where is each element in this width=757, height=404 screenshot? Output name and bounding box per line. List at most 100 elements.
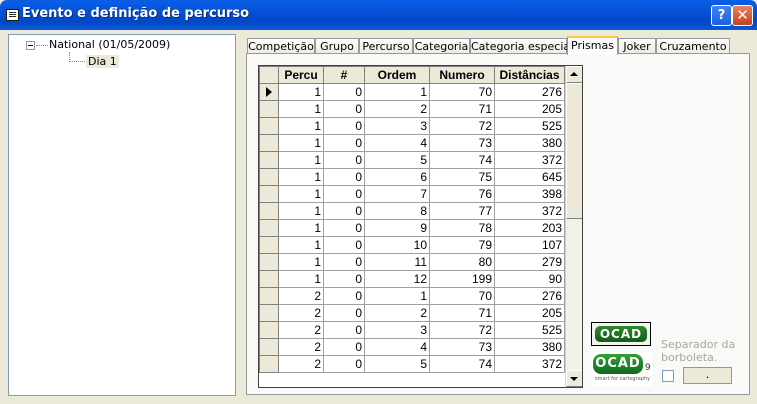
cell-distancias[interactable]: 645: [494, 168, 565, 186]
cell-percu[interactable]: 1: [278, 83, 324, 101]
cell-numero[interactable]: 80: [429, 253, 495, 271]
cell-distancias[interactable]: 90: [494, 270, 565, 288]
cell-distancias[interactable]: 372: [494, 202, 565, 220]
cell-ordem[interactable]: 3: [364, 117, 430, 135]
cell-ordem[interactable]: 12: [364, 270, 430, 288]
cell-percu[interactable]: 1: [278, 219, 324, 237]
tab-prismas[interactable]: Prismas: [567, 36, 618, 55]
app-window-icon[interactable]: [6, 9, 19, 21]
cell-ordem[interactable]: 1: [364, 287, 430, 305]
table-row[interactable]: 1 0 8 77 372: [259, 202, 565, 220]
column-header-ordem[interactable]: Ordem: [364, 66, 430, 84]
cell-number-sign[interactable]: 0: [323, 338, 365, 356]
cell-number-sign[interactable]: 0: [323, 100, 365, 118]
cell-percu[interactable]: 2: [278, 338, 324, 356]
cell-percu[interactable]: 2: [278, 287, 324, 305]
cell-number-sign[interactable]: 0: [323, 117, 365, 135]
cell-ordem[interactable]: 11: [364, 253, 430, 271]
table-row[interactable]: 1 0 11 80 279: [259, 253, 565, 271]
ocad-export-button[interactable]: OCAD: [591, 322, 651, 346]
cell-ordem[interactable]: 10: [364, 236, 430, 254]
cell-percu[interactable]: 2: [278, 355, 324, 373]
cell-numero[interactable]: 71: [429, 100, 495, 118]
cell-distancias[interactable]: 398: [494, 185, 565, 203]
scroll-thumb[interactable]: [566, 83, 582, 219]
cell-number-sign[interactable]: 0: [323, 83, 365, 101]
cell-numero[interactable]: 76: [429, 185, 495, 203]
scroll-up-button[interactable]: [566, 66, 582, 83]
row-selector[interactable]: [259, 168, 279, 186]
separator-input[interactable]: .: [683, 367, 732, 384]
cell-distancias[interactable]: 380: [494, 338, 565, 356]
cell-number-sign[interactable]: 0: [323, 253, 365, 271]
cell-number-sign[interactable]: 0: [323, 355, 365, 373]
row-selector[interactable]: [259, 355, 279, 373]
tab-cruzamento[interactable]: Cruzamento: [656, 38, 730, 54]
cell-percu[interactable]: 1: [278, 117, 324, 135]
cell-distancias[interactable]: 276: [494, 83, 565, 101]
row-selector[interactable]: [259, 134, 279, 152]
cell-percu[interactable]: 1: [278, 151, 324, 169]
table-row[interactable]: 2 0 2 71 205: [259, 304, 565, 322]
cell-numero[interactable]: 74: [429, 355, 495, 373]
cell-percu[interactable]: 1: [278, 236, 324, 254]
ocad9-export-button[interactable]: OCAD 9 smart for cartography: [592, 352, 652, 386]
table-row[interactable]: 1 0 10 79 107: [259, 236, 565, 254]
table-row[interactable]: 1 0 7 76 398: [259, 185, 565, 203]
table-row[interactable]: 1 0 1 70 276: [259, 83, 565, 101]
cell-distancias[interactable]: 203: [494, 219, 565, 237]
table-row[interactable]: 2 0 5 74 372: [259, 355, 565, 373]
table-row[interactable]: 2 0 1 70 276: [259, 287, 565, 305]
column-header-distancias[interactable]: Distâncias: [494, 66, 565, 84]
tab-grupo[interactable]: Grupo: [315, 38, 359, 54]
cell-percu[interactable]: 1: [278, 185, 324, 203]
title-bar[interactable]: Evento e definição de percurso ? ✕: [0, 0, 757, 30]
cell-number-sign[interactable]: 0: [323, 270, 365, 288]
row-selector[interactable]: [259, 100, 279, 118]
cell-number-sign[interactable]: 0: [323, 236, 365, 254]
cell-numero[interactable]: 78: [429, 219, 495, 237]
cell-distancias[interactable]: 205: [494, 304, 565, 322]
row-selector[interactable]: [259, 270, 279, 288]
table-row[interactable]: 1 0 5 74 372: [259, 151, 565, 169]
close-button[interactable]: ✕: [732, 5, 753, 26]
cell-number-sign[interactable]: 0: [323, 134, 365, 152]
tab-categoria[interactable]: Categoria: [413, 38, 470, 54]
table-row[interactable]: 1 0 6 75 645: [259, 168, 565, 186]
cell-distancias[interactable]: 205: [494, 100, 565, 118]
cell-number-sign[interactable]: 0: [323, 321, 365, 339]
cell-percu[interactable]: 1: [278, 100, 324, 118]
cell-numero[interactable]: 71: [429, 304, 495, 322]
controls-grid[interactable]: Percu # Ordem Numero Distâncias 1 0 1 70…: [258, 65, 583, 388]
row-selector[interactable]: [259, 338, 279, 356]
row-selector[interactable]: [259, 304, 279, 322]
tab-percurso[interactable]: Percurso: [359, 38, 413, 54]
cell-numero[interactable]: 199: [429, 270, 495, 288]
cell-ordem[interactable]: 2: [364, 304, 430, 322]
cell-numero[interactable]: 72: [429, 321, 495, 339]
cell-distancias[interactable]: 279: [494, 253, 565, 271]
tree-node-event[interactable]: National (01/05/2009): [49, 38, 170, 51]
cell-ordem[interactable]: 7: [364, 185, 430, 203]
cell-distancias[interactable]: 276: [494, 287, 565, 305]
row-selector[interactable]: [259, 83, 279, 101]
cell-numero[interactable]: 72: [429, 117, 495, 135]
cell-ordem[interactable]: 5: [364, 151, 430, 169]
cell-distancias[interactable]: 525: [494, 321, 565, 339]
table-row[interactable]: 2 0 4 73 380: [259, 338, 565, 356]
cell-distancias[interactable]: 107: [494, 236, 565, 254]
cell-ordem[interactable]: 4: [364, 338, 430, 356]
cell-ordem[interactable]: 1: [364, 83, 430, 101]
cell-percu[interactable]: 2: [278, 321, 324, 339]
row-selector[interactable]: [259, 117, 279, 135]
cell-ordem[interactable]: 6: [364, 168, 430, 186]
table-row[interactable]: 2 0 3 72 525: [259, 321, 565, 339]
table-row[interactable]: 1 0 12 199 90: [259, 270, 565, 288]
cell-percu[interactable]: 1: [278, 202, 324, 220]
cell-numero[interactable]: 77: [429, 202, 495, 220]
tab-joker[interactable]: Joker: [618, 38, 656, 54]
cell-ordem[interactable]: 8: [364, 202, 430, 220]
row-selector[interactable]: [259, 236, 279, 254]
cell-percu[interactable]: 1: [278, 253, 324, 271]
row-selector[interactable]: [259, 253, 279, 271]
